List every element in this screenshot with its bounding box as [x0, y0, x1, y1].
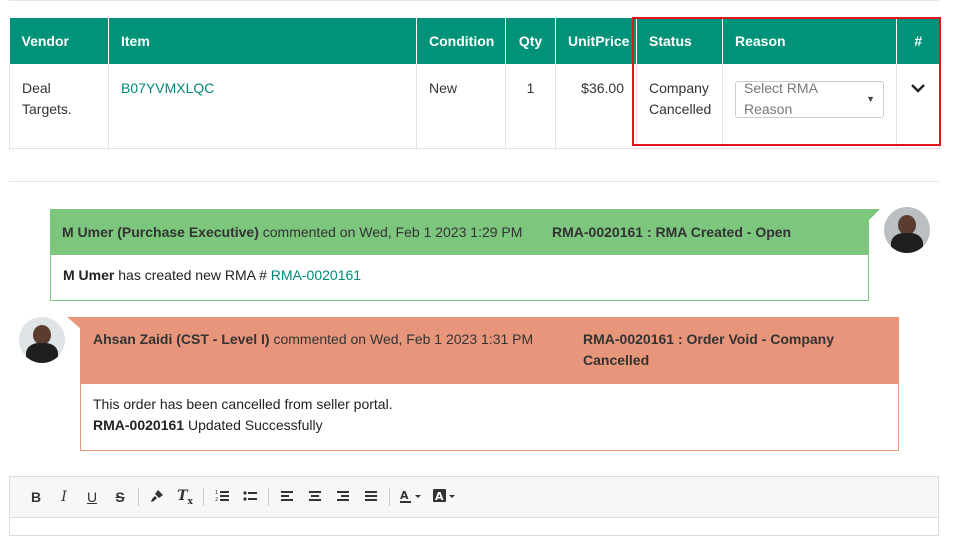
vendor-cell: Deal Targets. [9, 64, 109, 149]
caret-down-icon: ▼ [866, 93, 875, 104]
avatar-face [33, 325, 51, 345]
align-right-icon[interactable] [329, 489, 357, 506]
bullet-list-icon[interactable] [236, 489, 264, 506]
rma-reason-placeholder: Select RMA Reason [744, 80, 818, 117]
comment-author: Ahsan Zaidi (CST - Level I) [93, 331, 270, 347]
rma-link[interactable]: RMA-0020161 [271, 267, 361, 283]
comment-editor: B I U S Tx 12 A A [9, 476, 939, 536]
text-color-icon[interactable]: A [394, 489, 428, 506]
comment-header: M Umer (Purchase Executive) commented on… [51, 210, 868, 255]
item-cell: B07YVMXLQC [108, 64, 417, 149]
comment-card: M Umer (Purchase Executive) commented on… [50, 209, 880, 301]
col-header-qty: Qty [505, 18, 556, 64]
svg-text:1: 1 [215, 490, 218, 496]
svg-text:A: A [400, 489, 409, 502]
comment-body-text: has created new RMA # [118, 267, 267, 283]
toolbar-separator [138, 488, 139, 506]
toolbar-separator [268, 488, 269, 506]
comment-byline: Ahsan Zaidi (CST - Level I) commented on… [93, 329, 583, 350]
svg-text:A: A [435, 490, 444, 503]
align-justify-icon[interactable] [357, 489, 385, 506]
top-divider [9, 0, 939, 1]
comment-author: M Umer (Purchase Executive) [62, 224, 259, 240]
avatar-body [26, 343, 58, 363]
condition-cell: New [416, 64, 506, 149]
comment-byline: M Umer (Purchase Executive) commented on… [62, 222, 552, 243]
col-header-status: Status [636, 18, 723, 64]
align-left-icon[interactable] [273, 489, 301, 506]
ordered-list-icon[interactable]: 12 [208, 489, 236, 506]
rma-reason-select[interactable]: Select RMA Reason ▼ [735, 80, 884, 118]
svg-text:2: 2 [215, 497, 218, 503]
avatar [19, 317, 65, 363]
col-header-unitprice: UnitPrice [555, 18, 637, 64]
toolbar-separator [389, 488, 390, 506]
col-header-reason: Reason [722, 18, 897, 64]
action-cell [896, 64, 940, 149]
col-header-vendor: Vendor [9, 18, 109, 64]
comment-body-rma: RMA-0020161 [93, 417, 185, 433]
comment-timestamp: commented on Wed, Feb 1 2023 1:31 PM [273, 331, 534, 347]
col-header-item: Item [108, 18, 417, 64]
comment-body-line: This order has been cancelled from selle… [93, 396, 393, 412]
avatar [884, 207, 930, 253]
comment-title: RMA-0020161 : RMA Created - Open [552, 224, 792, 240]
comment-pointer [868, 209, 880, 221]
comment-body: M Umer has created new RMA # RMA-0020161 [51, 255, 868, 296]
strikethrough-button[interactable]: S [106, 489, 134, 505]
comment-timestamp: commented on Wed, Feb 1 2023 1:29 PM [262, 224, 523, 240]
avatar-body [891, 233, 923, 253]
comment-body-line: RMA-0020161 Updated Successfully [93, 415, 886, 436]
col-header-condition: Condition [416, 18, 506, 64]
col-header-hash: # [896, 18, 940, 64]
item-link[interactable]: B07YVMXLQC [121, 80, 214, 96]
editor-toolbar: B I U S Tx 12 A A [10, 477, 938, 518]
comment-pointer [67, 317, 81, 329]
align-center-icon[interactable] [301, 489, 329, 506]
bold-button[interactable]: B [22, 489, 50, 505]
comment-body-text: Updated Successfully [187, 417, 323, 433]
qty-cell: 1 [505, 64, 556, 149]
comment-body: This order has been cancelled from selle… [81, 384, 898, 446]
table-row: Deal Targets. B07YVMXLQC New 1 $36.00 Co… [9, 64, 940, 149]
status-cell: Company Cancelled [636, 64, 723, 149]
unit-price-cell: $36.00 [555, 64, 637, 149]
clear-format-icon[interactable]: Tx [171, 488, 199, 507]
italic-button[interactable]: I [50, 489, 78, 505]
chevron-down-icon[interactable] [911, 78, 925, 99]
comment-body-user: M Umer [63, 267, 115, 283]
comment-title: RMA-0020161 : Order Void - Company Cance… [583, 331, 835, 368]
reason-cell: Select RMA Reason ▼ [722, 64, 897, 149]
toolbar-separator [203, 488, 204, 506]
clear-format-label: T [177, 487, 188, 504]
rma-items-table: Vendor Item Condition Qty UnitPrice Stat… [9, 18, 940, 149]
section-divider [9, 181, 939, 182]
comment-header: Ahsan Zaidi (CST - Level I) commented on… [81, 318, 898, 384]
avatar-face [898, 215, 916, 235]
underline-button[interactable]: U [78, 489, 106, 505]
background-color-icon[interactable]: A [428, 488, 462, 506]
comment-card: Ahsan Zaidi (CST - Level I) commented on… [67, 317, 899, 451]
paint-brush-icon[interactable] [143, 489, 171, 506]
table-header-row: Vendor Item Condition Qty UnitPrice Stat… [9, 18, 940, 64]
